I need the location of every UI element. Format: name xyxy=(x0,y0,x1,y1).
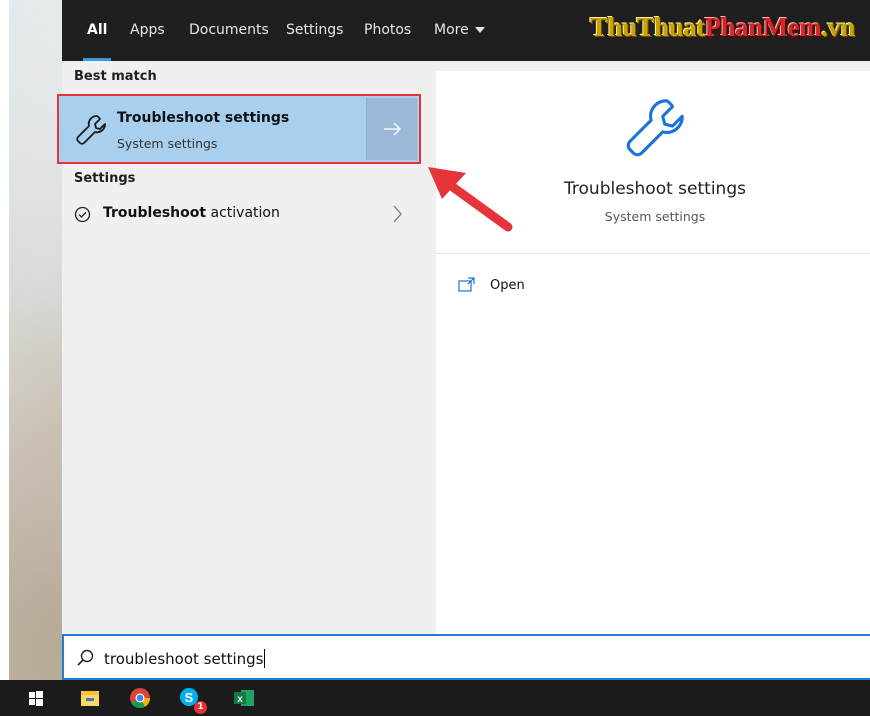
search-filter-bar: All Apps Documents Settings Photos More … xyxy=(62,0,870,61)
watermark-logo: ThuThuatPhanMem.vn xyxy=(590,12,855,42)
divider xyxy=(436,253,870,254)
search-bar[interactable]: troubleshoot settings xyxy=(62,634,870,680)
tab-settings-label: Settings xyxy=(286,22,344,38)
search-panel: All Apps Documents Settings Photos More … xyxy=(57,0,870,680)
results-list: Best match Troubleshoot settings System … xyxy=(57,61,422,634)
arrow-right-icon xyxy=(384,122,402,136)
search-input[interactable]: troubleshoot settings xyxy=(104,649,266,668)
tab-more-label: More xyxy=(434,22,469,38)
skype-icon[interactable]: S 1 xyxy=(172,680,208,716)
open-details-button[interactable] xyxy=(366,98,417,160)
open-window-icon xyxy=(458,277,476,293)
list-item-troubleshoot-activation[interactable]: Troubleshoot activation xyxy=(62,199,422,229)
best-match-subtitle: System settings xyxy=(117,136,218,151)
svg-text:S: S xyxy=(185,690,194,705)
excel-icon[interactable]: x xyxy=(226,680,262,716)
best-match-item[interactable]: Troubleshoot settings System settings xyxy=(61,98,367,160)
windows-start-icon[interactable] xyxy=(18,680,54,716)
best-match-heading: Best match xyxy=(74,69,157,84)
screen-edge xyxy=(0,0,9,680)
caret-down-icon xyxy=(474,27,485,33)
list-item-label: Troubleshoot activation xyxy=(103,205,280,221)
search-icon xyxy=(76,649,94,667)
tab-all[interactable]: All xyxy=(83,0,112,61)
tab-documents-label: Documents xyxy=(189,22,269,38)
taskbar: S 1 x xyxy=(0,680,870,716)
tab-documents[interactable]: Documents xyxy=(189,0,269,61)
preview-pane: Troubleshoot settings System settings Op… xyxy=(422,61,870,634)
tab-more[interactable]: More xyxy=(434,0,485,61)
settings-heading: Settings xyxy=(74,171,136,186)
tab-photos[interactable]: Photos xyxy=(364,0,411,61)
tab-all-label: All xyxy=(87,22,108,38)
tab-apps-label: Apps xyxy=(130,22,165,38)
check-circle-icon xyxy=(74,206,91,223)
wrench-icon xyxy=(620,93,690,163)
file-explorer-icon[interactable] xyxy=(72,680,108,716)
chevron-right-icon xyxy=(392,205,402,223)
open-action-label: Open xyxy=(490,278,525,293)
svg-text:x: x xyxy=(237,694,243,705)
best-match-title: Troubleshoot settings xyxy=(117,110,290,126)
notification-badge: 1 xyxy=(194,701,207,714)
tab-photos-label: Photos xyxy=(364,22,412,38)
tab-apps[interactable]: Apps xyxy=(130,0,165,61)
annotation-arrow xyxy=(428,167,513,232)
best-match-result[interactable]: Troubleshoot settings System settings xyxy=(57,94,421,164)
tab-settings[interactable]: Settings xyxy=(286,0,343,61)
chrome-icon[interactable] xyxy=(122,680,158,716)
text-cursor xyxy=(264,649,266,668)
wrench-icon xyxy=(73,112,109,148)
